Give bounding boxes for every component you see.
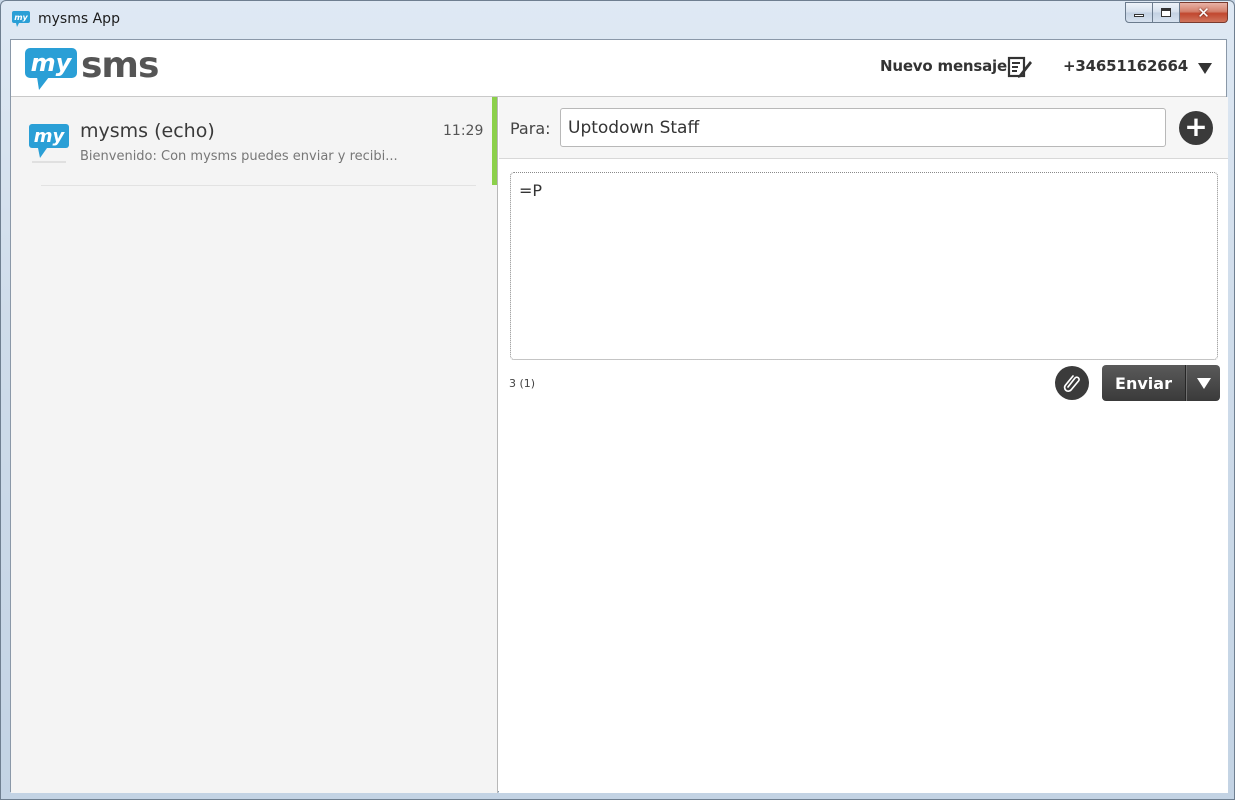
app-window: my mysms App ✕ my sms Nuevo mensaje +346… (0, 0, 1235, 800)
message-input[interactable]: =P (510, 172, 1218, 360)
recipient-input[interactable] (560, 108, 1166, 147)
conversation-time: 11:29 (443, 123, 484, 139)
paperclip-icon (1063, 375, 1080, 393)
send-button-group: Enviar (1102, 365, 1220, 401)
compose-icon[interactable] (1007, 55, 1033, 79)
send-button[interactable]: Enviar (1102, 365, 1186, 401)
attach-button[interactable] (1055, 366, 1089, 400)
app-client-area: my sms Nuevo mensaje +34651162664 my mys… (10, 39, 1228, 793)
add-recipient-button[interactable]: + (1179, 111, 1213, 145)
conversation-preview: Bienvenido: Con mysms puedes enviar y re… (80, 149, 398, 164)
new-message-link[interactable]: Nuevo mensaje (880, 57, 1007, 75)
title-bar[interactable]: my mysms App ✕ (1, 1, 1234, 39)
conversation-item[interactable]: my mysms (echo) 11:29 Bienvenido: Con my… (11, 97, 497, 185)
app-header: my sms Nuevo mensaje +34651162664 (11, 40, 1226, 97)
recipient-label: Para: (510, 119, 551, 138)
active-conversation-indicator (492, 97, 497, 185)
svg-text:my: my (31, 49, 73, 77)
svg-text:my: my (14, 13, 28, 22)
character-count: 3 (1) (509, 377, 536, 390)
triangle-down-icon[interactable] (1198, 63, 1212, 74)
maximize-icon (1161, 8, 1171, 17)
mysms-app-icon: my (12, 11, 30, 27)
svg-text:my: my (34, 126, 66, 147)
mysms-logo: my sms (25, 46, 159, 90)
minimize-icon (1134, 14, 1144, 17)
plus-icon: + (1184, 109, 1208, 143)
window-controls: ✕ (1125, 2, 1228, 24)
message-composer: Para: + =P 3 (1) Enviar (499, 97, 1228, 793)
conversation-divider (41, 185, 476, 186)
mysms-avatar-icon: my (29, 124, 69, 163)
send-options-button[interactable] (1186, 365, 1220, 401)
triangle-down-icon (1196, 377, 1211, 389)
recipient-row: Para: + (499, 97, 1228, 159)
svg-text:sms: sms (81, 46, 158, 86)
window-title: mysms App (38, 11, 120, 27)
conversation-list: my mysms (echo) 11:29 Bienvenido: Con my… (11, 97, 498, 793)
minimize-button[interactable] (1125, 2, 1153, 23)
close-button[interactable]: ✕ (1180, 2, 1228, 23)
account-number[interactable]: +34651162664 (1063, 57, 1188, 75)
maximize-button[interactable] (1153, 2, 1180, 23)
close-icon: ✕ (1197, 3, 1210, 22)
conversation-name: mysms (echo) (80, 120, 215, 142)
